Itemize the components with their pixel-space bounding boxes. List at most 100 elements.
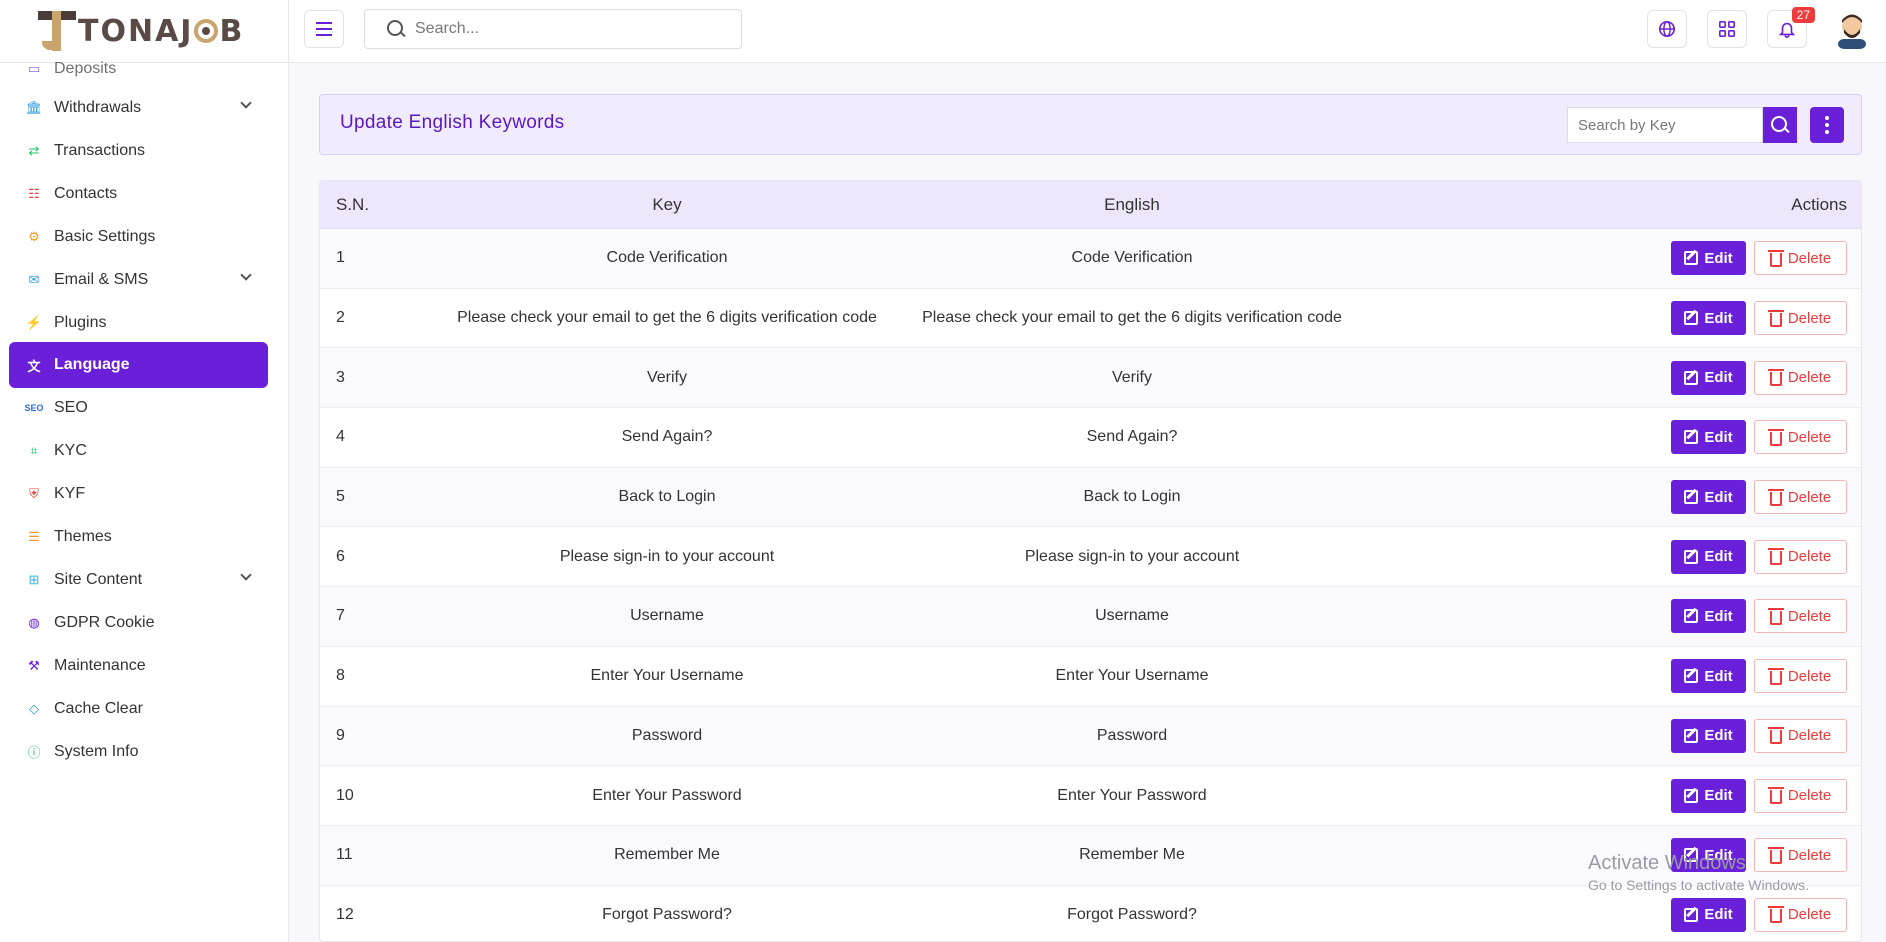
- apps-button[interactable]: [1707, 10, 1747, 48]
- trash-icon: [1767, 787, 1784, 805]
- cookie-icon: ◍: [28, 614, 40, 630]
- cell-sn: 2: [336, 309, 345, 327]
- cell-actions: Edit Delete: [1370, 480, 1861, 515]
- cell-english: Enter Your Username: [1055, 667, 1209, 685]
- delete-label: Delete: [1787, 667, 1832, 685]
- avatar[interactable]: [1834, 9, 1870, 49]
- cell-key: Remember Me: [614, 846, 720, 864]
- header-actions: Actions: [1791, 194, 1847, 214]
- mail-icon: ✉: [28, 271, 40, 287]
- chevron-down-icon: [240, 97, 252, 109]
- cell-key: Forgot Password?: [602, 905, 732, 923]
- delete-button[interactable]: Delete: [1754, 718, 1847, 753]
- sidebar-item-transactions[interactable]: ⇄ Transactions: [9, 128, 268, 174]
- more-options-button[interactable]: [1810, 107, 1844, 143]
- cell-actions: Edit Delete: [1370, 301, 1861, 336]
- cell-english: Username: [1095, 607, 1169, 625]
- menu-toggle-button[interactable]: [304, 10, 344, 48]
- trash-icon: [1767, 906, 1784, 924]
- edit-button[interactable]: Edit: [1671, 420, 1746, 455]
- key-search-button[interactable]: [1763, 107, 1797, 143]
- language-button[interactable]: [1647, 10, 1687, 48]
- search-input[interactable]: [415, 20, 715, 38]
- header-sn: S.N.: [336, 194, 370, 214]
- delete-button[interactable]: Delete: [1754, 301, 1847, 336]
- edit-icon: [1684, 728, 1699, 743]
- grid-plus-icon: ⊞: [28, 571, 40, 587]
- table-row: 8 Enter Your Username Enter Your Username E…: [320, 647, 1861, 707]
- delete-button[interactable]: Delete: [1754, 897, 1847, 932]
- sidebar-item-contacts[interactable]: ☷ Contacts: [9, 171, 268, 217]
- global-search[interactable]: [364, 9, 742, 49]
- cell-actions: Edit Delete: [1370, 360, 1861, 395]
- cell-english: Back to Login: [1083, 488, 1181, 506]
- cell-actions: Edit Delete: [1370, 599, 1861, 634]
- activation-watermark: Activate Windows Go to Settings to activ…: [1588, 852, 1809, 893]
- sidebar-item-cache-clear[interactable]: ◇ Cache Clear: [9, 686, 268, 732]
- edit-icon: [1684, 669, 1699, 684]
- edit-button[interactable]: Edit: [1671, 897, 1746, 932]
- header-english: English: [1104, 194, 1160, 214]
- delete-button[interactable]: Delete: [1754, 599, 1847, 634]
- edit-button[interactable]: Edit: [1671, 659, 1746, 694]
- trash-icon: [1767, 548, 1784, 566]
- sidebar-item-label: GDPR Cookie: [54, 613, 155, 631]
- cell-key: Send Again?: [621, 428, 713, 446]
- cell-actions: Edit Delete: [1370, 718, 1861, 753]
- contacts-icon: ☷: [28, 185, 40, 201]
- edit-button[interactable]: Edit: [1671, 718, 1746, 753]
- trash-icon: [1767, 309, 1784, 327]
- search-icon: [387, 20, 405, 38]
- edit-button[interactable]: Edit: [1671, 241, 1746, 276]
- edit-button[interactable]: Edit: [1671, 778, 1746, 813]
- cell-actions: Edit Delete: [1370, 778, 1861, 813]
- sidebar-item-withdrawals[interactable]: 🏛 Withdrawals: [9, 85, 268, 131]
- sidebar-item-system-info[interactable]: ⓘ System Info: [9, 729, 268, 775]
- key-search-input[interactable]: [1567, 107, 1763, 143]
- globe-icon: [1658, 20, 1676, 38]
- cell-english: Password: [1096, 726, 1168, 744]
- delete-button[interactable]: Delete: [1754, 241, 1847, 276]
- delete-button[interactable]: Delete: [1754, 480, 1847, 515]
- sidebar-item-themes[interactable]: ☰ Themes: [9, 514, 268, 560]
- edit-button[interactable]: Edit: [1671, 599, 1746, 634]
- cell-key: Enter Your Password: [592, 786, 742, 804]
- edit-button[interactable]: Edit: [1671, 360, 1746, 395]
- delete-button[interactable]: Delete: [1754, 778, 1847, 813]
- logo-mark-icon: [38, 11, 76, 51]
- sidebar-item-gdpr-cookie[interactable]: ◍ GDPR Cookie: [9, 600, 268, 646]
- sidebar-item-plugins[interactable]: ⚡ Plugins: [9, 300, 268, 346]
- delete-button[interactable]: Delete: [1754, 420, 1847, 455]
- watermark-subtitle: Go to Settings to activate Windows.: [1588, 877, 1809, 893]
- sidebar-item-kyf[interactable]: ⛨ KYF: [9, 471, 268, 517]
- edit-icon: [1684, 490, 1699, 505]
- edit-button[interactable]: Edit: [1671, 480, 1746, 515]
- watermark-title: Activate Windows: [1588, 852, 1746, 874]
- edit-icon: [1684, 788, 1699, 803]
- delete-button[interactable]: Delete: [1754, 360, 1847, 395]
- chevron-down-icon: [240, 268, 252, 281]
- cell-english: Verify: [1111, 368, 1152, 386]
- sidebar-item-label: Deposits: [54, 60, 117, 77]
- sidebar-item-email-sms[interactable]: ✉ Email & SMS: [9, 257, 268, 303]
- chevron-down-icon: [240, 569, 252, 581]
- sidebar-item-basic-settings[interactable]: ⚙ Basic Settings: [9, 214, 268, 260]
- delete-button[interactable]: Delete: [1754, 539, 1847, 574]
- edit-button[interactable]: Edit: [1671, 539, 1746, 574]
- table-row: 3 Verify Verify Edit Delete: [320, 348, 1861, 409]
- sidebar-item-label: Email & SMS: [54, 270, 149, 288]
- delete-button[interactable]: Delete: [1754, 659, 1847, 694]
- cell-english: Remember Me: [1079, 846, 1185, 864]
- edit-button[interactable]: Edit: [1671, 301, 1746, 336]
- sidebar-item-seo[interactable]: SEO SEO: [9, 385, 268, 431]
- sidebar-item-kyc[interactable]: ⌗ KYC: [9, 428, 268, 474]
- sidebar-item-site-content[interactable]: ⊞ Site Content: [9, 557, 268, 603]
- sidebar-item-maintenance[interactable]: ⚒ Maintenance: [9, 643, 268, 689]
- edit-icon: [1684, 907, 1699, 922]
- cell-key: Back to Login: [618, 488, 716, 506]
- cell-english: Enter Your Password: [1057, 786, 1207, 804]
- notifications-button[interactable]: 27: [1767, 7, 1815, 48]
- cell-sn: 12: [336, 905, 354, 923]
- sidebar-item-language[interactable]: 文 Language: [9, 342, 268, 389]
- table-row: 12 Forgot Password? Forgot Password? Edit De…: [320, 886, 1861, 941]
